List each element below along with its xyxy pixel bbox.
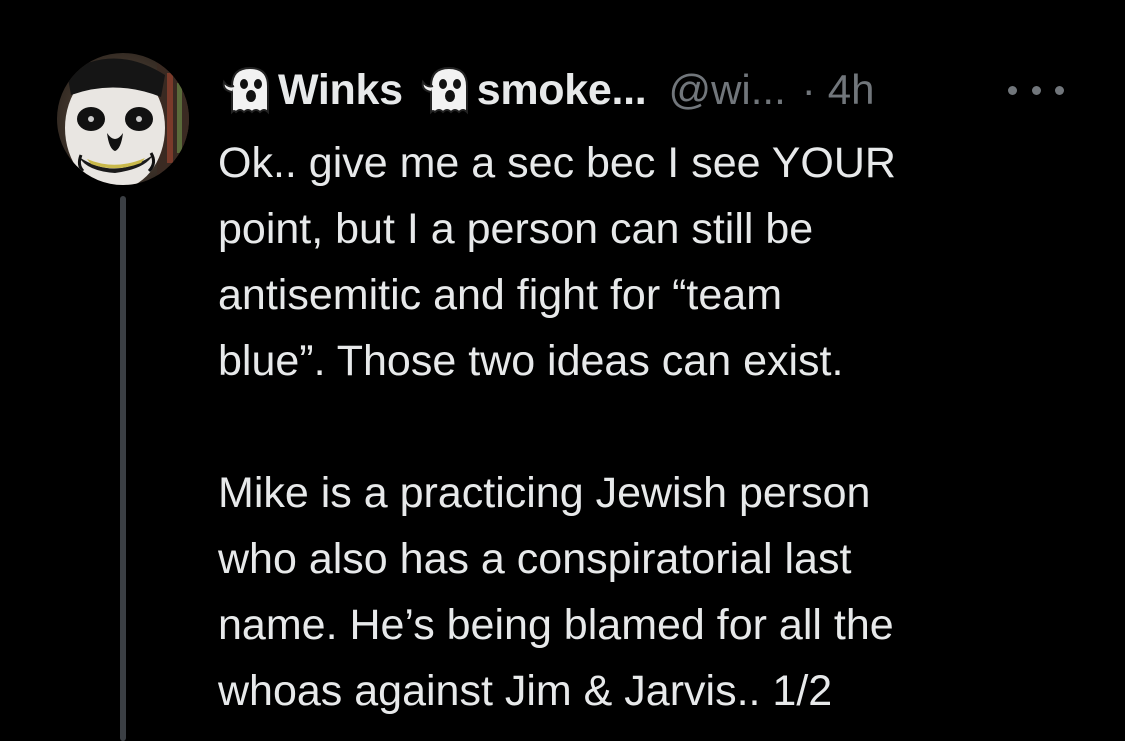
tweet-text-line: who also has a conspiratorial last [218,535,852,583]
thread-line [120,196,126,741]
tweet-text-line: blue”. Those two ideas can exist. [218,337,844,385]
tweet-text-line: name. He’s being blamed for all the [218,601,894,649]
avatar[interactable] [57,53,189,185]
more-dot [1055,85,1064,95]
separator-dot: · [801,66,816,113]
tweet-text-line: point, but I a person can still be [218,205,814,253]
tweet: Winks smoke... @wi... · 4h Ok.. give me … [0,0,1125,741]
tweet-text-line: antisemitic and fight for “team [218,271,783,319]
more-dot [1008,85,1017,95]
display-name-second[interactable]: smoke... [477,66,647,115]
tweet-header: Winks smoke... @wi... · 4h [218,60,874,120]
tweet-text-line: Ok.. give me a sec bec I see YOUR [218,139,896,187]
tweet-text-line: Mike is a practicing Jewish person [218,469,871,517]
tweet-text-line [218,394,1098,460]
tweet-text-line: whoas against Jim & Jarvis.. 1/2 [218,667,833,715]
timestamp[interactable]: 4h [828,66,875,114]
user-handle[interactable]: @wi... [668,66,785,114]
tweet-text: Ok.. give me a sec bec I see YOUR point,… [218,130,1098,724]
more-horizontal-icon[interactable] [1008,76,1064,104]
ghost-icon [218,64,276,116]
ghost-icon [417,64,475,116]
display-name-first[interactable]: Winks [278,66,403,115]
more-dot [1031,85,1041,95]
avatar-image [57,53,189,185]
